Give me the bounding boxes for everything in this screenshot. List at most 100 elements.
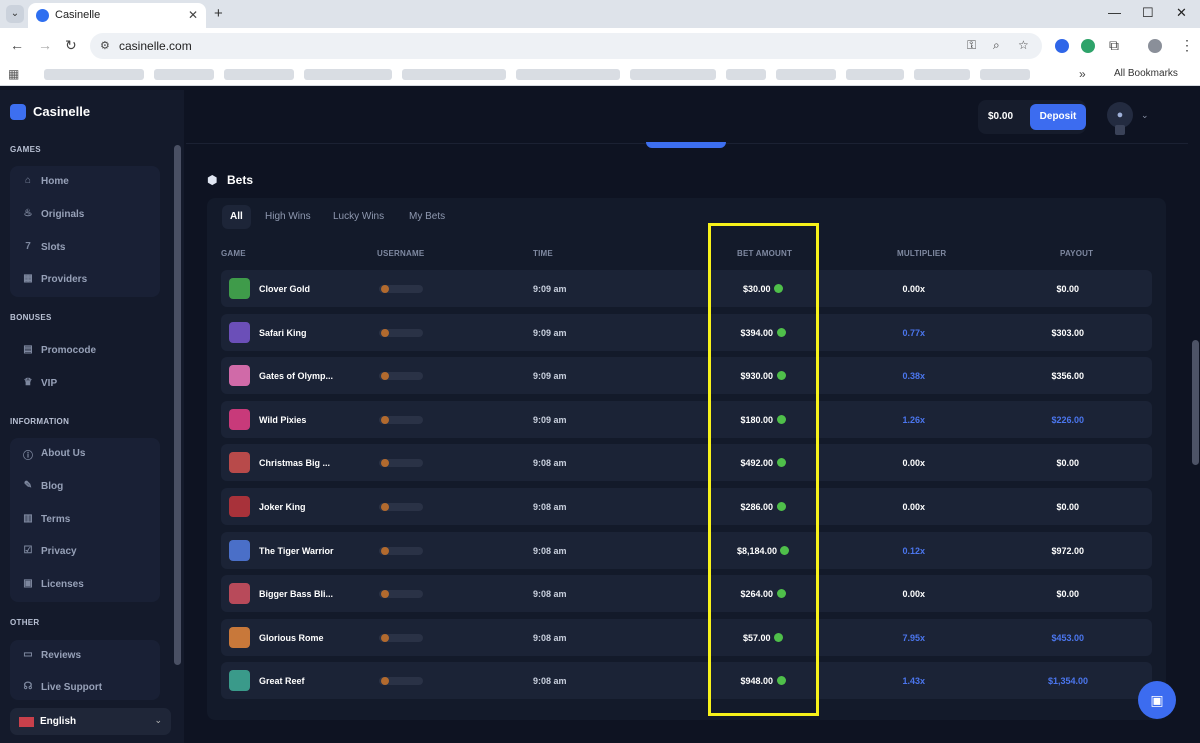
game-thumbnail[interactable]	[229, 278, 250, 299]
brand-name[interactable]: Casinelle	[33, 104, 90, 119]
password-key-icon[interactable]: ⚿	[967, 38, 976, 53]
bookmark-item[interactable]	[224, 69, 294, 80]
browser-menu-icon[interactable]: ⋮	[1180, 37, 1194, 54]
table-row[interactable]: Joker King 9:08 am $286.00 0.00x $0.00	[221, 488, 1152, 525]
tab-all[interactable]: All	[222, 205, 251, 229]
table-row[interactable]: Gates of Olymp... 9:09 am $930.00 0.38x $356…	[221, 357, 1152, 394]
bookmark-item[interactable]	[776, 69, 836, 80]
bookmark-item[interactable]	[154, 69, 214, 80]
column-header-multiplier: MULTIPLIER	[897, 249, 947, 258]
bookmark-item[interactable]	[44, 69, 144, 80]
bookmark-star-icon[interactable]: ☆	[1018, 38, 1029, 52]
user-avatar-dot	[381, 677, 389, 685]
home-icon: ⌂	[24, 175, 32, 186]
maximize-icon[interactable]: ☐	[1142, 5, 1154, 21]
game-name[interactable]: Christmas Big ...	[259, 458, 349, 468]
tab-my-bets[interactable]: My Bets	[401, 205, 453, 229]
tab-high-wins[interactable]: High Wins	[257, 205, 319, 229]
more-bookmarks-icon[interactable]: »	[1079, 67, 1086, 81]
sidebar-scrollbar[interactable]	[174, 145, 181, 665]
tab-lucky-wins[interactable]: Lucky Wins	[325, 205, 392, 229]
game-thumbnail[interactable]	[229, 496, 250, 517]
shield-check-icon: ☑	[23, 545, 33, 556]
extensions-puzzle-icon[interactable]: ⧉	[1109, 37, 1119, 54]
language-selector[interactable]: English ⌄	[10, 708, 171, 735]
game-name[interactable]: Great Reef	[259, 676, 349, 686]
close-window-icon[interactable]: ✕	[1176, 5, 1187, 21]
payout: $0.00	[1056, 458, 1080, 468]
game-name[interactable]: Wild Pixies	[259, 415, 349, 425]
user-avatar-dot	[381, 459, 389, 467]
main-scrollbar[interactable]	[1192, 340, 1199, 465]
minimize-icon[interactable]: —	[1108, 5, 1121, 20]
table-row[interactable]: Clover Gold 9:09 am $30.00 0.00x $0.00	[221, 270, 1152, 307]
user-avatar-dot	[381, 329, 389, 337]
language-label: English	[40, 716, 77, 727]
bookmark-item[interactable]	[980, 69, 1030, 80]
table-row[interactable]: Christmas Big ... 9:08 am $492.00 0.00x $0.0…	[221, 444, 1152, 481]
bet-time: 9:09 am	[533, 415, 567, 425]
table-row[interactable]: Glorious Rome 9:08 am $57.00 7.95x $453.00	[221, 619, 1152, 656]
game-thumbnail[interactable]	[229, 409, 250, 430]
browser-tab[interactable]: Casinelle ✕	[28, 3, 206, 28]
bet-amount-highlight-box	[708, 223, 819, 716]
bookmark-item[interactable]	[846, 69, 904, 80]
table-row[interactable]: The Tiger Warrior 9:08 am $8,184.00 0.12x $9…	[221, 532, 1152, 569]
game-name[interactable]: Glorious Rome	[259, 633, 349, 643]
back-icon[interactable]: ←	[10, 37, 24, 53]
zoom-icon[interactable]: ⌕	[993, 38, 1000, 53]
game-name[interactable]: Safari King	[259, 328, 349, 338]
deposit-button[interactable]: Deposit	[1030, 104, 1086, 130]
grid-icon: ▦	[23, 273, 33, 284]
crown-icon: ♛	[23, 377, 33, 388]
bookmark-item[interactable]	[402, 69, 506, 80]
user-avatar-dot	[381, 634, 389, 642]
url-text[interactable]: casinelle.com	[119, 39, 192, 53]
table-row[interactable]: Bigger Bass Bli... 9:08 am $264.00 0.00x $0.…	[221, 575, 1152, 612]
bet-time: 9:09 am	[533, 328, 567, 338]
game-name[interactable]: The Tiger Warrior	[259, 546, 349, 556]
game-thumbnail[interactable]	[229, 627, 250, 648]
section-title-information: INFORMATION	[10, 417, 70, 426]
user-avatar-dot	[381, 372, 389, 380]
game-thumbnail[interactable]	[229, 540, 250, 561]
tab-search-icon[interactable]: ⌄	[6, 5, 24, 23]
close-tab-icon[interactable]: ✕	[188, 8, 198, 22]
address-bar[interactable]: ⚙ casinelle.com ⚿ ⌕ ☆	[90, 33, 1042, 59]
profile-avatar[interactable]	[1148, 39, 1162, 53]
bookmark-item[interactable]	[304, 69, 392, 80]
payout: $226.00	[1051, 415, 1085, 425]
game-thumbnail[interactable]	[229, 670, 250, 691]
bookmark-item[interactable]	[516, 69, 620, 80]
casinelle-logo[interactable]	[10, 104, 26, 120]
table-row[interactable]: Wild Pixies 9:09 am $180.00 1.26x $226.00	[221, 401, 1152, 438]
game-name[interactable]: Bigger Bass Bli...	[259, 589, 349, 599]
all-bookmarks[interactable]: All Bookmarks	[1114, 68, 1178, 79]
payout: $0.00	[1056, 502, 1080, 512]
forward-icon[interactable]: →	[38, 37, 52, 53]
bookmark-item[interactable]	[630, 69, 716, 80]
new-tab-icon[interactable]: +	[214, 5, 223, 22]
site-info-icon[interactable]: ⚙	[100, 39, 110, 52]
user-avatar-dot	[381, 416, 389, 424]
game-name[interactable]: Gates of Olymp...	[259, 371, 349, 381]
bookmark-item[interactable]	[726, 69, 766, 80]
extension-icon[interactable]	[1055, 39, 1069, 53]
table-row[interactable]: Safari King 9:09 am $394.00 0.77x $303.00	[221, 314, 1152, 351]
apps-grid-icon[interactable]: ▦	[8, 67, 19, 81]
game-thumbnail[interactable]	[229, 322, 250, 343]
payout: $453.00	[1051, 633, 1085, 643]
multiplier: 0.00x	[902, 458, 926, 468]
game-thumbnail[interactable]	[229, 365, 250, 386]
reload-icon[interactable]: ↻	[65, 37, 77, 54]
game-thumbnail[interactable]	[229, 452, 250, 473]
game-name[interactable]: Joker King	[259, 502, 349, 512]
user-menu-chevron-icon[interactable]: ⌄	[1141, 110, 1149, 121]
game-thumbnail[interactable]	[229, 583, 250, 604]
grammarly-icon[interactable]	[1081, 39, 1095, 53]
table-row[interactable]: Great Reef 9:08 am $948.00 1.43x $1,354.00	[221, 662, 1152, 699]
game-name[interactable]: Clover Gold	[259, 284, 349, 294]
multiplier: 0.77x	[902, 328, 926, 338]
bookmark-item[interactable]	[914, 69, 970, 80]
chat-support-icon[interactable]: ▣	[1138, 681, 1176, 719]
